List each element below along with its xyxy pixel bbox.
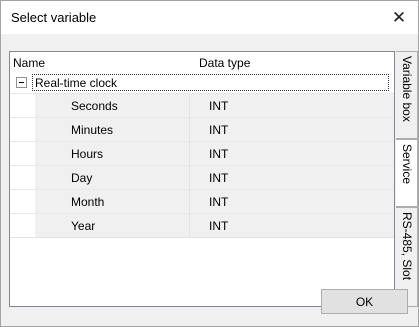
variable-type: INT — [209, 147, 229, 161]
title-bar: Select variable ✕ — [1, 1, 418, 34]
ok-button[interactable]: OK — [321, 289, 408, 314]
tree-row[interactable]: Month INT — [10, 189, 394, 214]
variable-name: Hours — [71, 147, 104, 161]
column-header-name[interactable]: Name — [13, 56, 45, 70]
tree-row[interactable]: Minutes INT — [10, 117, 394, 142]
variable-name: Month — [71, 195, 105, 209]
variable-type: INT — [209, 171, 229, 185]
close-icon: ✕ — [391, 7, 407, 27]
variable-name: Year — [71, 219, 96, 233]
select-variable-dialog: Select variable ✕ Name Data type Real-ti… — [0, 0, 419, 327]
tab-variable-box[interactable]: Variable box — [396, 51, 418, 139]
column-header-data-type[interactable]: Data type — [199, 56, 250, 70]
variable-tree[interactable]: Name Data type Real-time clock Seconds I… — [9, 51, 395, 307]
tree-row[interactable]: Seconds INT — [10, 93, 394, 118]
tree-group-real-time-clock[interactable]: Real-time clock — [10, 72, 394, 93]
tree-group-label[interactable]: Real-time clock — [32, 74, 389, 91]
variable-name: Day — [71, 171, 93, 185]
dialog-title: Select variable — [11, 10, 97, 25]
tree-row[interactable]: Day INT — [10, 165, 394, 190]
close-button[interactable]: ✕ — [380, 1, 418, 34]
variable-type: INT — [209, 219, 229, 233]
variable-type: INT — [209, 99, 229, 113]
side-tab-strip: Variable box Service RS-485, Slot — [396, 51, 418, 307]
dialog-body: Name Data type Real-time clock Seconds I… — [1, 34, 418, 326]
variable-name: Seconds — [71, 99, 118, 113]
tab-service[interactable]: Service — [396, 139, 418, 207]
variable-type: INT — [209, 195, 229, 209]
tree-row[interactable]: Hours INT — [10, 141, 394, 166]
variable-type: INT — [209, 123, 229, 137]
row-divider — [10, 237, 394, 238]
tree-row[interactable]: Year INT — [10, 213, 394, 238]
tree-header: Name Data type — [10, 52, 394, 72]
variable-name: Minutes — [71, 123, 114, 137]
collapse-icon[interactable] — [16, 77, 27, 88]
